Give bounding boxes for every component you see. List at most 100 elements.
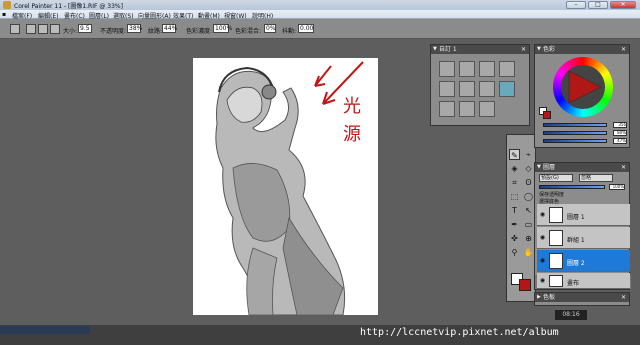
rubber-stamp-icon[interactable]: ⊕ (523, 233, 534, 244)
brush-variant-11-icon[interactable] (479, 101, 495, 117)
lasso-tool-icon[interactable]: ʘ (523, 177, 534, 188)
layer-thumbnail (549, 207, 563, 223)
toolbox: ✎ ⌁ ◈ ◇ ⌗ ʘ ⬚ ◯ T ↖ ✒ ▭ ✜ ⊕ ⚲ ✋ (506, 134, 536, 302)
text-tool-icon[interactable]: T (509, 205, 520, 216)
crop-tool-icon[interactable]: ⌗ (509, 177, 520, 188)
jitter-label: 抖動: (282, 28, 297, 35)
blend-mode-select[interactable]: 預設(G) (539, 174, 573, 182)
preserve-transparency-label[interactable]: 保存透明度 (539, 191, 564, 198)
hue-slider[interactable] (543, 123, 607, 127)
clone-tool-icon[interactable]: ✜ (509, 233, 520, 244)
grain-label: 紋路: (148, 28, 163, 35)
mixer-panel-header[interactable]: ▶ 色板 ✕ (535, 293, 629, 302)
custom-palette-title: 自訂 1 (439, 46, 457, 53)
color-panel-title: 色彩 (543, 46, 556, 53)
panel-close-icon[interactable]: ✕ (621, 163, 626, 172)
window-title: Corel Painter 11 - [圖像1.RIF @ 33%] (14, 3, 123, 10)
layer-row[interactable]: ◉ 畫布 (537, 273, 630, 289)
oval-select-icon[interactable]: ◯ (523, 191, 534, 202)
brush-variant-1-icon[interactable] (439, 61, 455, 77)
layer-row[interactable]: ◉ 群組 1 (537, 227, 630, 249)
title-bar: Corel Painter 11 - [圖像1.RIF @ 33%] – □ ✕ (0, 0, 640, 10)
brush-variant-2-icon[interactable] (459, 61, 475, 77)
layer-row[interactable]: ◉ 圖層 2 (537, 250, 630, 272)
panel-close-icon[interactable]: ✕ (621, 45, 626, 54)
main-color-swatch[interactable] (519, 279, 531, 291)
collapse-arrow-icon[interactable]: ▼ (433, 45, 437, 54)
value-value[interactable]: 47% (613, 138, 627, 144)
collapse-arrow-icon[interactable]: ▼ (537, 45, 541, 54)
pen-tool-icon[interactable]: ✒ (509, 219, 520, 230)
annotation-source: 源 (343, 124, 361, 145)
dropper-tool-icon[interactable]: ⌁ (523, 149, 534, 160)
brush-tool-icon[interactable] (10, 24, 20, 34)
grabber-hand-icon[interactable]: ✋ (523, 247, 534, 258)
opacity-field[interactable]: 38% (127, 24, 142, 33)
brush-variant-4-icon[interactable] (499, 61, 515, 77)
layer-opacity-value[interactable]: 100% (609, 184, 625, 190)
brush-variant-8-icon[interactable] (499, 81, 515, 97)
method-icon[interactable] (50, 24, 60, 34)
time-display: 08:16 (555, 310, 587, 320)
grain-field[interactable]: 44% (162, 24, 177, 33)
brush-variant-6-icon[interactable] (459, 81, 475, 97)
value-slider[interactable] (543, 139, 607, 143)
document-canvas[interactable]: 光 源 (193, 58, 378, 316)
property-bar: 大小: 9.5 不透明度: 38% 紋路: 44% 色彩濃度: 100% 色彩混… (0, 19, 640, 39)
layer-name: 群組 1 (567, 237, 585, 244)
custom-palette-header[interactable]: ▼ 自訂 1 ✕ (431, 45, 529, 54)
layer-name: 圖層 2 (567, 260, 585, 267)
shape-tool-icon[interactable]: ▭ (523, 219, 534, 230)
brush-variant-10-icon[interactable] (459, 101, 475, 117)
app-icon (3, 1, 11, 9)
collapse-arrow-icon[interactable]: ▼ (537, 163, 541, 172)
saturation-value[interactable]: 80% (613, 130, 627, 136)
brush-variant-3-icon[interactable] (479, 61, 495, 77)
paint-bucket-icon[interactable]: ◈ (509, 163, 520, 174)
eraser-tool-icon[interactable]: ◇ (523, 163, 534, 174)
layer-name: 畫布 (567, 280, 580, 287)
size-label: 大小: (63, 28, 78, 35)
eye-icon[interactable]: ◉ (539, 211, 546, 218)
color-swatch-main[interactable] (543, 111, 551, 119)
layer-row[interactable]: ◉ 圖層 1 (537, 204, 630, 226)
composite-select[interactable]: 忽略 (579, 174, 613, 182)
hue-value[interactable]: 356 (613, 122, 627, 128)
close-button[interactable]: ✕ (610, 1, 636, 9)
stroke-type-icon[interactable] (38, 24, 48, 34)
resat-label: 色彩混合: (235, 28, 262, 35)
rect-select-icon[interactable]: ⬚ (509, 191, 520, 202)
menu-icon[interactable]: ▪ (2, 11, 6, 18)
collapse-arrow-icon[interactable]: ▶ (537, 293, 541, 302)
brush-variant-5-icon[interactable] (439, 81, 455, 97)
custom-palette-panel: ▼ 自訂 1 ✕ (430, 44, 530, 126)
mixer-panel-title: 色板 (543, 294, 556, 301)
maximize-button[interactable]: □ (588, 1, 608, 9)
layers-panel-header[interactable]: ▼ 圖層 ✕ (535, 163, 629, 172)
mixer-panel: ▶ 色板 ✕ (534, 292, 630, 306)
menu-bar: ▪ 檔案(F) 編輯(E) 畫布(C) 圖層(L) 選取(S) 向量圖形(A) … (0, 10, 640, 20)
panel-close-icon[interactable]: ✕ (521, 45, 526, 54)
magnifier-icon[interactable]: ⚲ (509, 247, 520, 258)
eye-icon[interactable]: ◉ (539, 257, 546, 264)
taskbar-left (0, 326, 90, 334)
dab-type-icon[interactable] (26, 24, 36, 34)
pointer-tool-icon[interactable]: ↖ (523, 205, 534, 216)
layer-opacity-slider[interactable] (539, 185, 605, 189)
saturation-slider[interactable] (543, 131, 607, 135)
brush-variant-9-icon[interactable] (439, 101, 455, 117)
size-field[interactable]: 9.5 (78, 24, 92, 33)
color-density-field[interactable]: 100% (213, 24, 232, 33)
brush-variant-7-icon[interactable] (479, 81, 495, 97)
annotation-light: 光 (343, 96, 361, 117)
saturation-triangle[interactable] (565, 69, 603, 105)
jitter-field[interactable]: 0.00 (298, 24, 314, 33)
minimize-button[interactable]: – (566, 1, 586, 9)
resat-field[interactable]: 0% (264, 24, 276, 33)
brush-tool-icon[interactable]: ✎ (509, 149, 520, 160)
eye-icon[interactable]: ◉ (539, 277, 546, 284)
color-panel-header[interactable]: ▼ 色彩 ✕ (535, 45, 629, 54)
opacity-label: 不透明度: (100, 28, 127, 35)
eye-icon[interactable]: ◉ (539, 234, 546, 241)
panel-close-icon[interactable]: ✕ (621, 293, 626, 302)
